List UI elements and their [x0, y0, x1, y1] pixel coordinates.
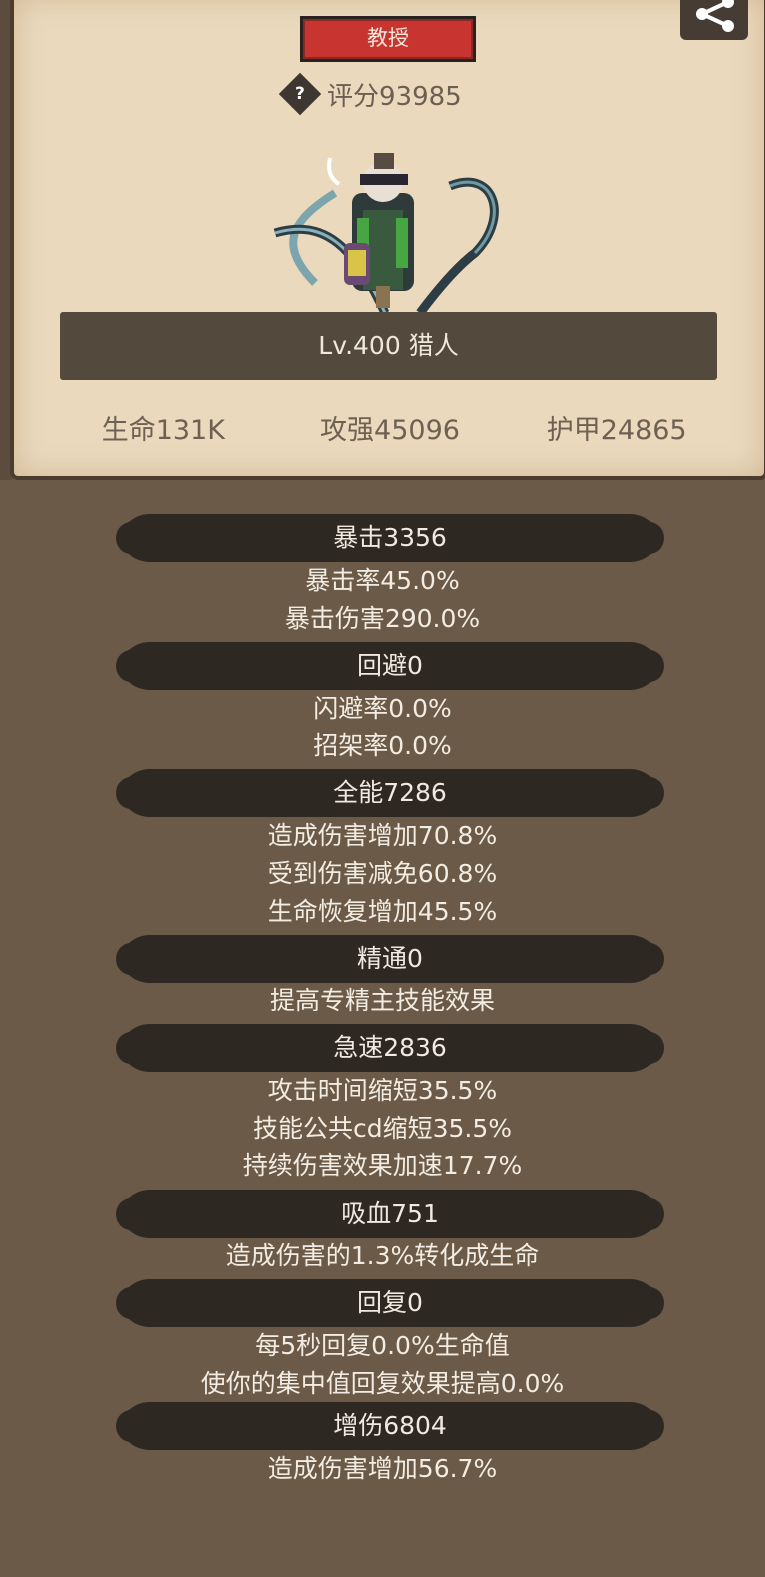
attribute-line: 暴击伤害290.0% [284, 604, 481, 633]
attribute-header-dodge: 回避0 [116, 642, 664, 690]
attribute-line: 造成伤害增加70.8% [267, 821, 498, 850]
question-icon[interactable]: ? [278, 72, 322, 116]
attribute-line: 技能公共cd缩短35.5% [252, 1114, 513, 1143]
share-button[interactable] [680, 0, 748, 40]
share-icon [696, 0, 734, 32]
attribute-line: 每5秒回复0.0%生命值 [255, 1331, 510, 1360]
attribute-line: 提高专精主技能效果 [269, 986, 495, 1015]
attribute-line: 造成伤害的1.3%转化成生命 [225, 1241, 540, 1270]
attribute-line: 暴击率45.0% [305, 566, 460, 595]
attribute-header-crit: 暴击3356 [116, 514, 664, 562]
stat-armor: 护甲24865 [546, 414, 687, 446]
attribute-line: 攻击时间缩短35.5% [267, 1076, 498, 1105]
attribute-header-haste: 急速2836 [116, 1024, 664, 1072]
attribute-header-mastery: 精通0 [116, 935, 664, 983]
attribute-line: 闪避率0.0% [313, 694, 452, 723]
level-name-bar: Lv.400 猎人 [60, 312, 717, 380]
stat-attack-power: 攻强45096 [320, 414, 460, 446]
attribute-line: 生命恢复增加45.5% [267, 897, 498, 926]
score-row: ? 评分93985 [278, 72, 462, 116]
attribute-line: 受到伤害减免60.8% [267, 859, 498, 888]
attribute-line: 使你的集中值回复效果提高0.0% [200, 1369, 565, 1398]
attribute-line: 招架率0.0% [313, 731, 452, 760]
attribute-header-damage-bonus: 增伤6804 [116, 1402, 664, 1450]
attribute-header-lifesteal: 吸血751 [116, 1190, 664, 1238]
stat-health: 生命131K [101, 414, 225, 446]
title-badge[interactable]: 教授 [300, 16, 476, 62]
score-label: 评分93985 [327, 81, 462, 112]
attribute-header-versatility: 全能7286 [116, 769, 664, 817]
base-stats-row: 生命131K 攻强45096 护甲24865 [50, 404, 730, 450]
attribute-line: 持续伤害效果加速17.7% [242, 1151, 523, 1180]
attribute-line: 造成伤害增加56.7% [267, 1454, 498, 1483]
attribute-header-regen: 回复0 [116, 1279, 664, 1327]
hero-character-image [273, 153, 499, 316]
